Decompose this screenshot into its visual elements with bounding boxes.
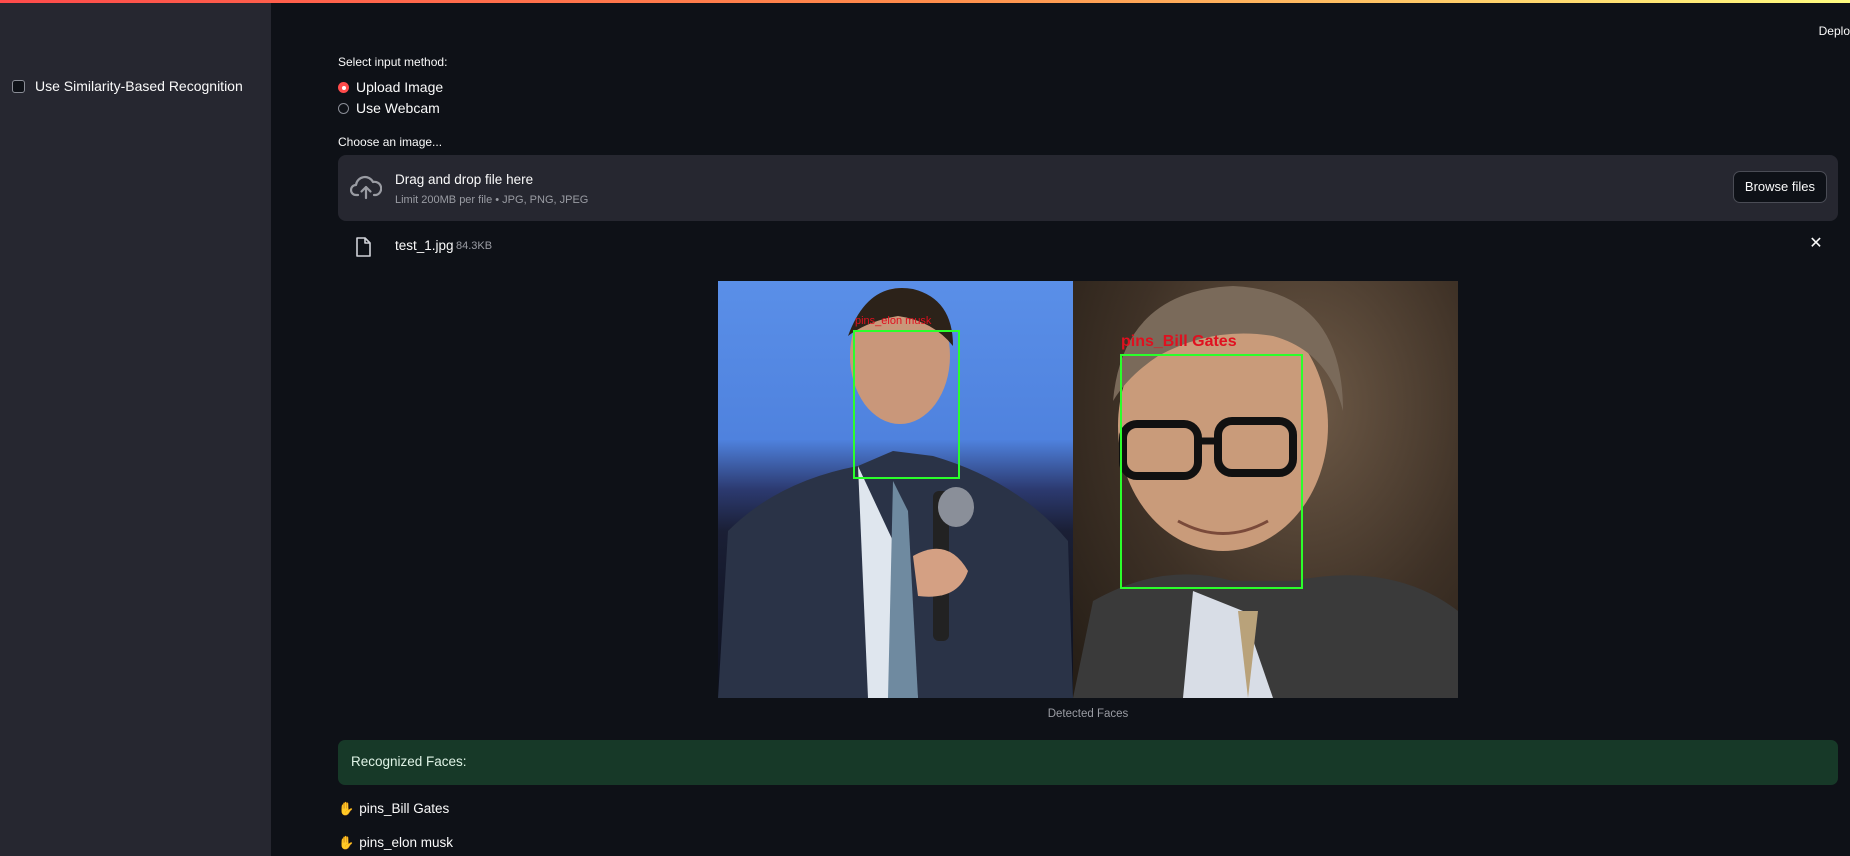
file-name: test_1.jpg xyxy=(395,238,454,253)
face-box-left xyxy=(853,330,960,479)
list-item: ✋ pins_Bill Gates xyxy=(338,801,449,816)
sidebar: Use Similarity-Based Recognition xyxy=(0,3,271,856)
radio-upload-label: Upload Image xyxy=(356,79,444,95)
dropzone-title: Drag and drop file here xyxy=(395,172,534,187)
close-icon[interactable]: ✕ xyxy=(1806,234,1826,254)
dropzone-limit-text: Limit 200MB per file • JPG, PNG, JPEG xyxy=(395,194,589,206)
face-name: pins_elon musk xyxy=(359,835,453,850)
face-name: pins_Bill Gates xyxy=(359,801,450,816)
photo-left-pane: pins_elon musk xyxy=(718,281,1073,698)
image-caption: Detected Faces xyxy=(1047,708,1129,720)
file-dropzone[interactable]: Drag and drop file here Limit 200MB per … xyxy=(338,155,1838,221)
success-alert: Recognized Faces: xyxy=(338,740,1838,785)
main-content: Select input method: Upload Image Use We… xyxy=(338,0,1840,856)
raised-hand-icon: ✋ xyxy=(338,834,355,850)
uploaded-file-row: test_1.jpg 84.3KB ✕ xyxy=(338,232,1838,262)
uploader-label: Choose an image... xyxy=(338,135,443,149)
recognized-faces-heading: Recognized Faces: xyxy=(351,754,467,769)
raised-hand-icon: ✋ xyxy=(338,800,355,816)
similarity-checkbox-label: Use Similarity-Based Recognition xyxy=(35,78,243,94)
face-box-right xyxy=(1120,354,1303,589)
detected-faces-image: pins_elon musk pins_Bill Gates xyxy=(718,281,1458,698)
photo-right-pane: pins_Bill Gates xyxy=(1073,281,1458,698)
file-icon xyxy=(356,237,371,257)
file-size: 84.3KB xyxy=(456,240,493,252)
face-label-right: pins_Bill Gates xyxy=(1121,333,1237,350)
browse-files-button[interactable]: Browse files xyxy=(1732,171,1827,203)
radio-unselected-indicator[interactable] xyxy=(338,102,349,114)
checkbox-box[interactable] xyxy=(12,79,25,93)
radio-use-webcam[interactable]: Use Webcam xyxy=(338,100,440,116)
cloud-upload-icon xyxy=(350,175,382,200)
face-label-left: pins_elon musk xyxy=(855,315,932,327)
similarity-checkbox[interactable]: Use Similarity-Based Recognition xyxy=(12,78,243,94)
radio-selected-indicator[interactable] xyxy=(338,81,349,93)
radio-webcam-label: Use Webcam xyxy=(356,100,440,116)
input-method-label: Select input method: xyxy=(338,55,448,69)
radio-upload-image[interactable]: Upload Image xyxy=(338,79,443,95)
list-item: ✋ pins_elon musk xyxy=(338,835,453,850)
